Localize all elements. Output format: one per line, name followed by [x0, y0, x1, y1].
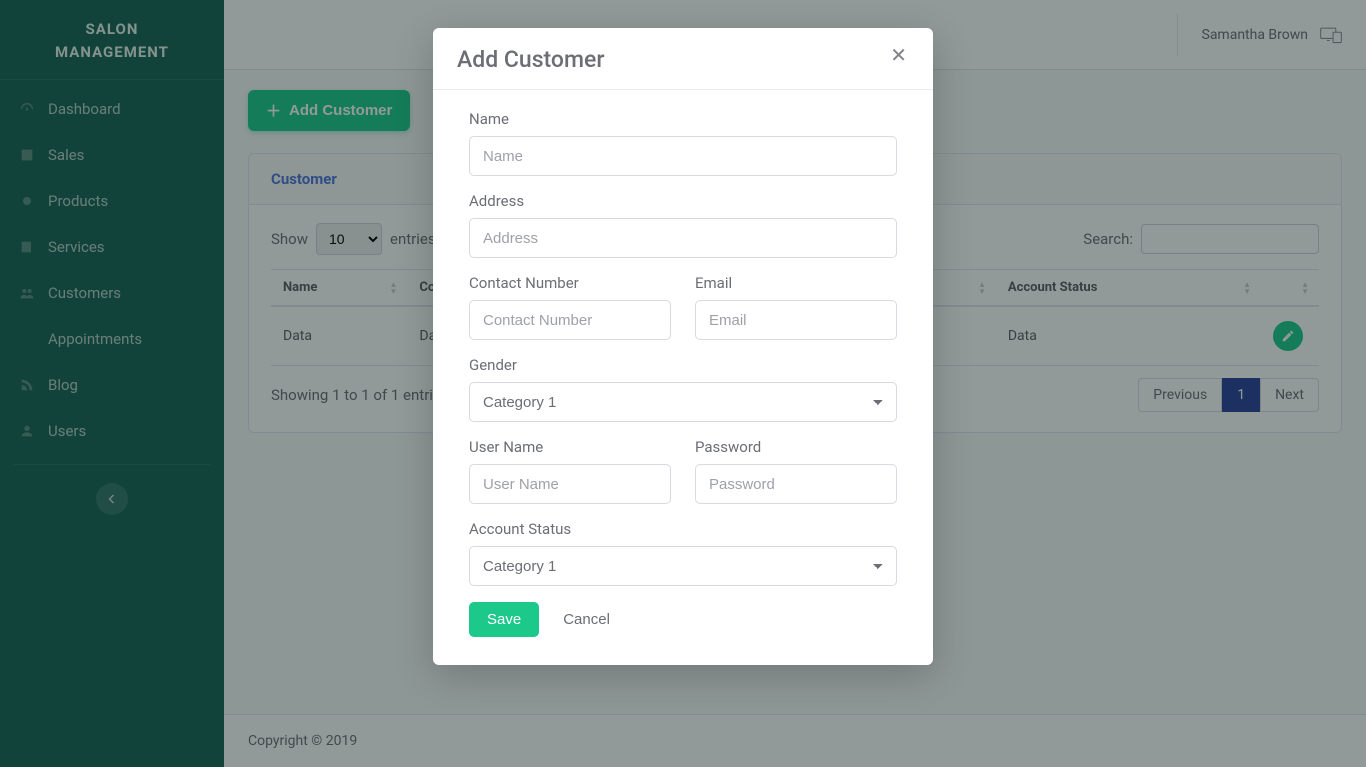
- username-label: User Name: [469, 438, 671, 456]
- address-input[interactable]: [469, 218, 897, 258]
- contact-input[interactable]: [469, 300, 671, 340]
- status-label: Account Status: [469, 520, 897, 538]
- status-select[interactable]: Category 1: [469, 546, 897, 586]
- modal-title: Add Customer: [457, 46, 604, 73]
- gender-label: Gender: [469, 356, 897, 374]
- password-input[interactable]: [695, 464, 897, 504]
- close-button[interactable]: ✕: [888, 46, 909, 66]
- username-input[interactable]: [469, 464, 671, 504]
- gender-select[interactable]: Category 1: [469, 382, 897, 422]
- contact-label: Contact Number: [469, 274, 671, 292]
- cancel-button[interactable]: Cancel: [559, 602, 614, 637]
- email-label: Email: [695, 274, 897, 292]
- email-input[interactable]: [695, 300, 897, 340]
- password-label: Password: [695, 438, 897, 456]
- add-customer-modal: Add Customer ✕ Name Address Contact Numb…: [433, 28, 933, 665]
- save-button[interactable]: Save: [469, 602, 539, 637]
- name-label: Name: [469, 110, 897, 128]
- close-icon: ✕: [890, 45, 907, 67]
- address-label: Address: [469, 192, 897, 210]
- name-input[interactable]: [469, 136, 897, 176]
